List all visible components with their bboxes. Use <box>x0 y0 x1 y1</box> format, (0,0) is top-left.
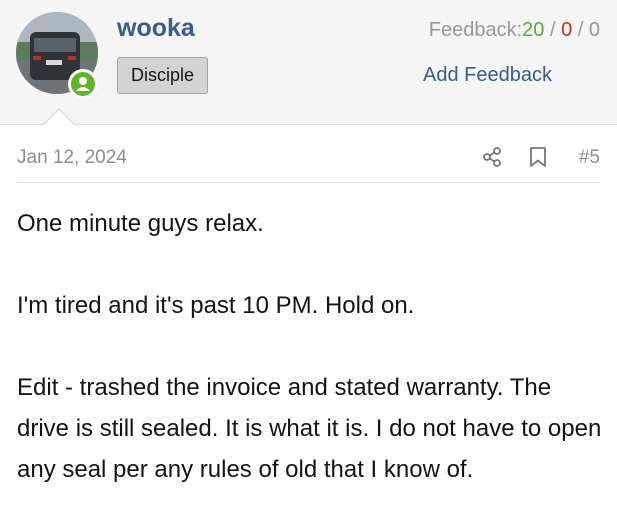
feedback-positive[interactable]: 20 <box>522 19 544 41</box>
header-pointer-fill <box>43 110 75 126</box>
user-icon <box>76 77 90 91</box>
post-header: wooka Disciple Feedback:20 / 0 / 0 Add F… <box>0 0 617 125</box>
post-number-link[interactable]: #5 <box>579 147 600 169</box>
feedback-separator: / <box>544 19 562 41</box>
add-feedback-link[interactable]: Add Feedback <box>423 64 552 87</box>
online-dot <box>71 72 95 96</box>
post-date[interactable]: Jan 12, 2024 <box>17 147 127 169</box>
user-title-badge: Disciple <box>117 57 208 94</box>
post-paragraph: I'm tired and it's past 10 PM. Hold on. <box>17 292 415 319</box>
post-paragraph: One minute guys relax. <box>17 210 264 237</box>
online-status-icon <box>68 69 98 99</box>
feedback-neutral[interactable]: 0 <box>589 19 600 41</box>
post-body: One minute guys relax. I'm tired and it'… <box>17 203 602 531</box>
username-link[interactable]: wooka <box>117 14 195 43</box>
divider <box>17 182 600 183</box>
post-paragraph: Edit - trashed the invoice and stated wa… <box>17 374 602 483</box>
bookmark-icon[interactable] <box>528 146 548 168</box>
feedback-negative[interactable]: 0 <box>561 19 572 41</box>
share-icon[interactable] <box>481 146 503 168</box>
feedback-label: Feedback: <box>428 19 523 41</box>
feedback-summary: Feedback:20 / 0 / 0 <box>429 19 600 42</box>
feedback-separator: / <box>572 19 589 41</box>
